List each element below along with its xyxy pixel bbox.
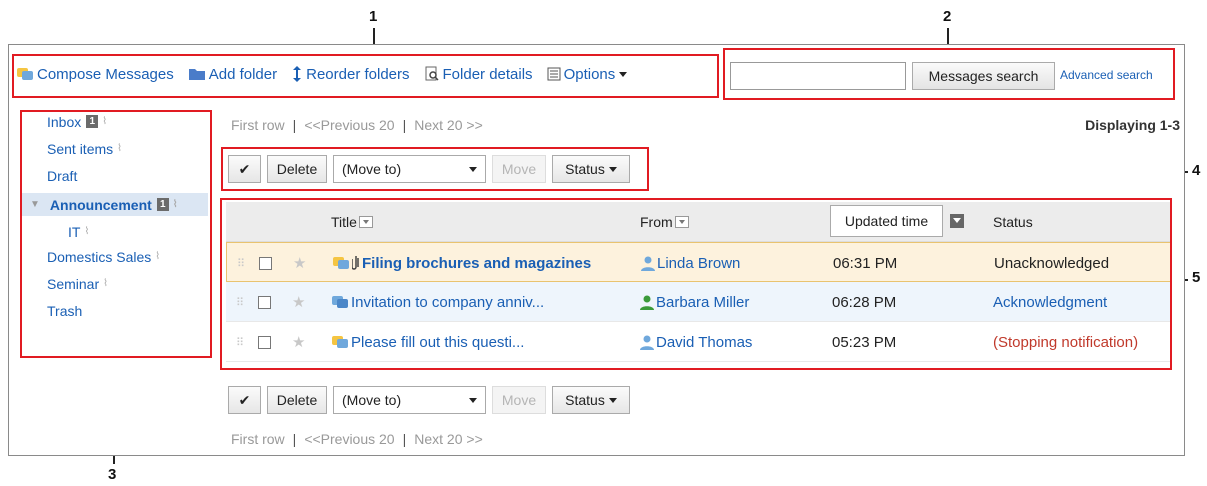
action-bar-bottom: ✔ Delete (Move to) Move Status [228, 386, 636, 414]
next-page-link[interactable]: Next 20 >> [414, 117, 483, 133]
first-row-link[interactable]: First row [231, 431, 285, 447]
status-menu-button[interactable]: Status [552, 386, 630, 414]
move-to-select[interactable]: (Move to) [333, 386, 486, 414]
callout-4: 4 [1192, 162, 1201, 179]
previous-page-link[interactable]: <<Previous 20 [304, 117, 394, 133]
delete-button[interactable]: Delete [267, 386, 327, 414]
move-button[interactable]: Move [492, 386, 546, 414]
callout-2-box [723, 48, 1175, 100]
display-count: Displaying 1-3 [1085, 117, 1180, 133]
callout-1-box [12, 54, 719, 98]
move-to-value: (Move to) [342, 392, 402, 408]
callout-4-box [221, 147, 649, 191]
select-all-button[interactable]: ✔ [228, 386, 261, 414]
callout-3-box [20, 110, 212, 358]
pager-top: First row | <<Previous 20 | Next 20 >> [231, 117, 483, 133]
first-row-link[interactable]: First row [231, 117, 285, 133]
pager-bottom: First row | <<Previous 20 | Next 20 >> [231, 431, 483, 447]
next-page-link[interactable]: Next 20 >> [414, 431, 483, 447]
callout-3: 3 [108, 466, 117, 483]
callout-1: 1 [369, 8, 378, 25]
chevron-down-icon [608, 397, 617, 403]
previous-page-link[interactable]: <<Previous 20 [304, 431, 394, 447]
chevron-down-icon [469, 397, 477, 403]
status-menu-label: Status [565, 392, 605, 408]
callout-2: 2 [943, 8, 952, 25]
callout-5: 5 [1192, 269, 1201, 286]
callout-5-box [220, 198, 1172, 370]
